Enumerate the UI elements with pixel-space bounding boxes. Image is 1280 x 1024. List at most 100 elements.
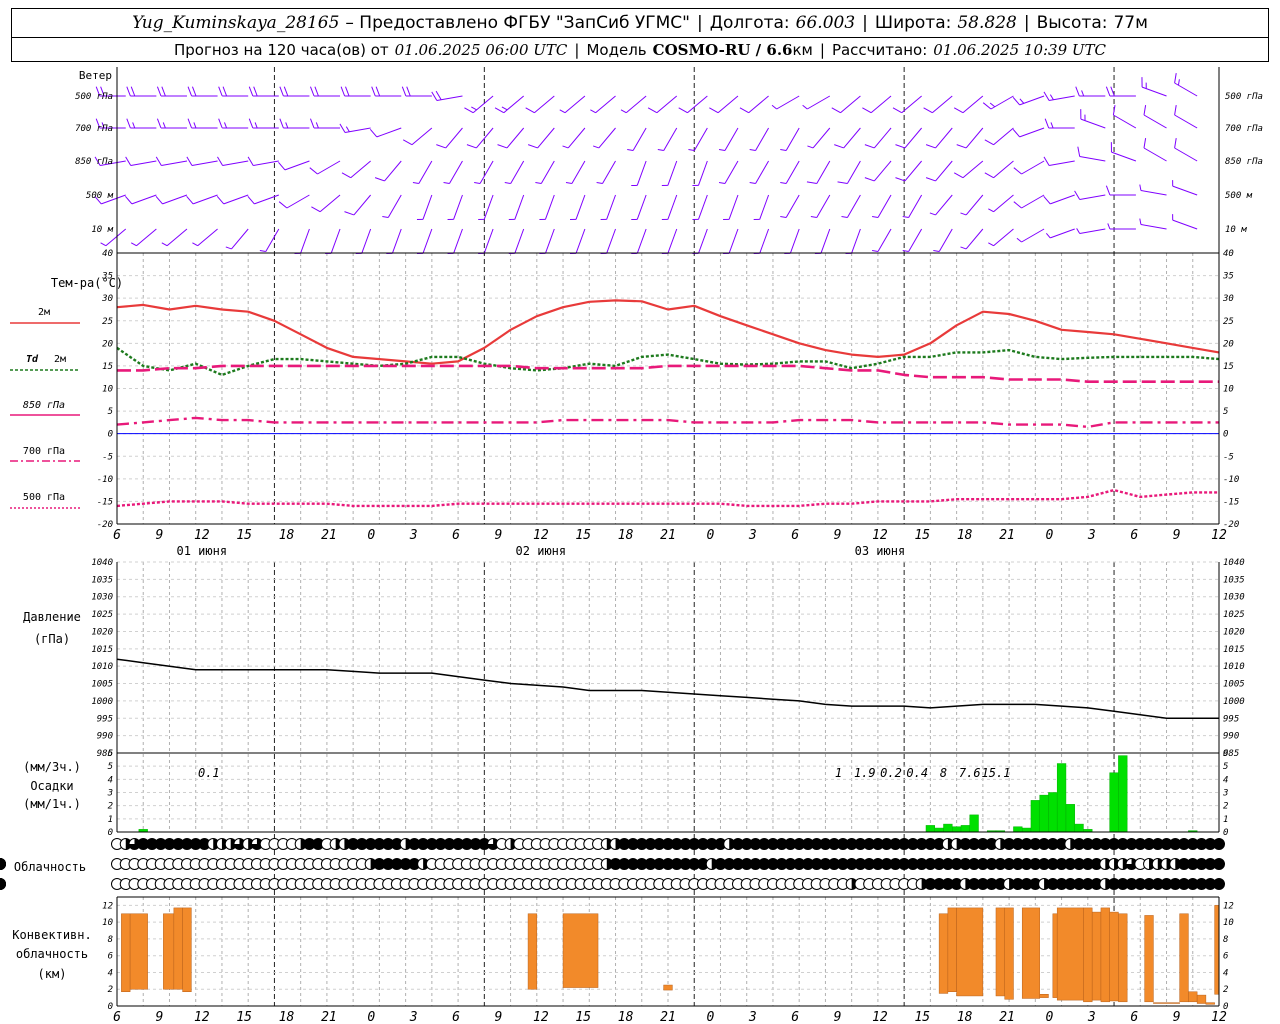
wind-barb-flag [310, 86, 315, 97]
wind-barb [820, 228, 831, 254]
pressure-tick-left: 1025 [91, 610, 113, 620]
wind-barb [353, 194, 372, 216]
convective-bar [121, 913, 131, 992]
wind-barb [1021, 228, 1045, 243]
convective-bar [1021, 907, 1040, 999]
x-tick: 18 [618, 528, 634, 543]
wind-barb [993, 160, 1014, 179]
wind-level-right: 10 м [1225, 225, 1247, 235]
wind-barb-flag [155, 156, 162, 166]
wind-barb-flag [186, 195, 194, 205]
wind-barb [1019, 127, 1045, 138]
wind-barb [816, 160, 831, 184]
convective-bar [1179, 913, 1189, 1003]
conv-tick-left: 2 [108, 985, 113, 995]
x-tick: 12 [872, 528, 888, 543]
pressure-tick-right: 1040 [1223, 558, 1245, 568]
wind-barb [776, 95, 800, 110]
precip-bar [1030, 800, 1040, 833]
wind-barb-flag [953, 107, 964, 114]
wind-barb [846, 160, 861, 184]
wind-barb [1048, 160, 1075, 167]
wind-barb [453, 228, 463, 254]
x-date: 02 июня [516, 544, 567, 558]
convective-label-2: облачность [16, 947, 88, 961]
wind-barb [904, 127, 923, 149]
wind-barb-flag [953, 172, 964, 179]
wind-barb-flag [283, 86, 289, 97]
temp-tick-right: 5 [1223, 407, 1228, 417]
wind-barb-flag [1043, 195, 1051, 205]
precip-label: Осадки [30, 779, 73, 793]
wind-barb-flag [279, 86, 284, 97]
wind-barb-flag [1012, 128, 1021, 138]
x-tick: 6 [113, 528, 121, 543]
wind-barb [667, 160, 678, 186]
pressure-tick-left: 1010 [91, 662, 113, 672]
wind-barb [935, 194, 953, 216]
wind-barb-flag [278, 161, 286, 171]
wind-barb [697, 194, 708, 220]
wind-barb [904, 160, 923, 182]
wind-barb [254, 194, 279, 205]
temp-tick-left: 20 [102, 339, 113, 349]
wind-barb [231, 228, 249, 250]
wind-barb-flag [688, 149, 695, 152]
meteogram: 0.1 1 1.9 0.2 0.4 8 7.6 15.1 500 гПа 500 гПа 700 … [0, 67, 1263, 1024]
wind-barb [350, 160, 371, 179]
temp-series-4 [116, 488, 1219, 508]
wind-barb [1172, 185, 1198, 196]
pressure-tick-right: 1020 [1223, 627, 1245, 637]
wind-barb [595, 95, 616, 114]
wind-barb [483, 194, 494, 220]
x-tick: 0 [706, 528, 714, 543]
wind-barb-flag [371, 86, 376, 97]
wind-barb-flag [431, 91, 438, 101]
wind-barb [840, 95, 861, 114]
wind-barb-flag [155, 195, 163, 205]
wind-barb-flag [780, 149, 787, 152]
wind-barb-flag [162, 122, 166, 129]
x-date: 01 июня [176, 544, 227, 558]
temp-tick-left: 40 [102, 249, 113, 259]
x-tick: 18 [957, 1010, 973, 1024]
wind-barb [223, 194, 249, 205]
temp-tick-right: 25 [1223, 317, 1234, 327]
precip-3h-label: 1.9 [854, 766, 876, 780]
pressure-tick-right: 995 [1223, 714, 1239, 724]
wind-barb [564, 95, 586, 114]
wind-barb-flag [187, 86, 193, 97]
wind-barb-flag [902, 216, 909, 219]
wind-barb-flag [771, 104, 777, 110]
conv-tick-right: 12 [1223, 901, 1234, 911]
wind-barb-flag [218, 86, 223, 97]
wind-barb [1140, 223, 1167, 230]
wind-barb-flag [253, 86, 258, 97]
x-tick: 0 [367, 528, 375, 543]
wind-barb [1050, 194, 1075, 205]
convective-bar [1004, 907, 1014, 1000]
wind-barb [755, 160, 770, 184]
convective-bar [663, 984, 673, 991]
convective-label-3: (км) [38, 967, 67, 981]
wind-barb-flag [130, 86, 136, 97]
wind-barb [807, 95, 831, 110]
wind-barb-flag [375, 86, 381, 97]
wind-barb-flag [126, 86, 131, 97]
wind-barb [1050, 228, 1075, 239]
wind-barb-flag [345, 126, 350, 133]
wind-barb-flag [186, 156, 193, 166]
temp-tick-left: 0 [108, 430, 113, 440]
convective-bar [956, 907, 984, 997]
wind-barb [785, 160, 800, 184]
wind-barb-flag [1013, 167, 1022, 175]
wind-barb [908, 228, 923, 252]
wind-barb [253, 160, 279, 167]
wind-barb-flag [285, 122, 289, 129]
wind-barb-flag [1105, 86, 1111, 97]
wind-barb-flag [1013, 201, 1022, 209]
x-tick: 3 [409, 528, 418, 543]
wind-barb [636, 194, 647, 220]
wind-barb-flag [222, 86, 228, 97]
x-tick: 15 [575, 528, 591, 543]
